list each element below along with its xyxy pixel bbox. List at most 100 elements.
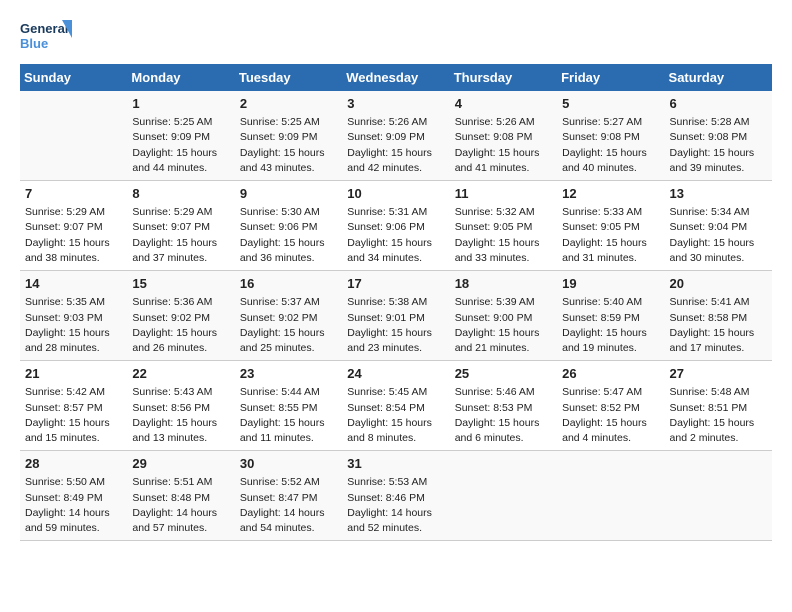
day-cell: 30 Sunrise: 5:52 AM Sunset: 8:47 PM Dayli…: [235, 451, 342, 541]
day-info: Sunrise: 5:29 AM Sunset: 9:07 PM Dayligh…: [132, 205, 229, 266]
svg-text:General: General: [20, 21, 68, 36]
calendar-table: SundayMondayTuesdayWednesdayThursdayFrid…: [20, 64, 772, 541]
day-number: 4: [455, 95, 552, 113]
day-cell: 15Sunrise: 5:36 AM Sunset: 9:02 PM Dayli…: [127, 271, 234, 361]
header-cell-wednesday: Wednesday: [342, 64, 449, 91]
day-number: 19: [562, 275, 659, 293]
day-number: 14: [25, 275, 122, 293]
header-row: SundayMondayTuesdayWednesdayThursdayFrid…: [20, 64, 772, 91]
day-cell: 6 Sunrise: 5:28 AM Sunset: 9:08 PM Daylig…: [665, 91, 772, 181]
day-cell: 17 Sunrise: 5:38 AM Sunset: 9:01 PM Dayli…: [342, 271, 449, 361]
day-cell: 9 Sunrise: 5:30 AM Sunset: 9:06 PM Daylig…: [235, 181, 342, 271]
day-cell: 19 Sunrise: 5:40 AM Sunset: 8:59 PM Dayli…: [557, 271, 664, 361]
day-cell: 31Sunrise: 5:53 AM Sunset: 8:46 PM Dayli…: [342, 451, 449, 541]
day-number: 18: [455, 275, 552, 293]
day-cell: 2 Sunrise: 5:25 AM Sunset: 9:09 PM Daylig…: [235, 91, 342, 181]
day-info: Sunrise: 5:27 AM Sunset: 9:08 PM Dayligh…: [562, 115, 659, 176]
day-number: 26: [562, 365, 659, 383]
day-number: 30: [240, 455, 337, 473]
day-info: Sunrise: 5:43 AM Sunset: 8:56 PM Dayligh…: [132, 385, 229, 446]
day-info: Sunrise: 5:41 AM Sunset: 8:58 PM Dayligh…: [670, 295, 767, 356]
week-row-5: 28 Sunrise: 5:50 AM Sunset: 8:49 PM Dayli…: [20, 451, 772, 541]
day-cell: 22 Sunrise: 5:43 AM Sunset: 8:56 PM Dayli…: [127, 361, 234, 451]
day-info: Sunrise: 5:30 AM Sunset: 9:06 PM Dayligh…: [240, 205, 337, 266]
day-info: Sunrise: 5:25 AM Sunset: 9:09 PM Dayligh…: [240, 115, 337, 176]
day-info: Sunrise: 5:26 AM Sunset: 9:09 PM Dayligh…: [347, 115, 444, 176]
day-number: 2: [240, 95, 337, 113]
day-number: 6: [670, 95, 767, 113]
day-info: Sunrise: 5:34 AM Sunset: 9:04 PM Dayligh…: [670, 205, 767, 266]
day-number: 16: [240, 275, 337, 293]
calendar-body: 1 Sunrise: 5:25 AM Sunset: 9:09 PM Daylig…: [20, 91, 772, 541]
day-info: Sunrise: 5:46 AM Sunset: 8:53 PM Dayligh…: [455, 385, 552, 446]
day-number: 28: [25, 455, 122, 473]
day-cell: 1 Sunrise: 5:25 AM Sunset: 9:09 PM Daylig…: [127, 91, 234, 181]
calendar-header: SundayMondayTuesdayWednesdayThursdayFrid…: [20, 64, 772, 91]
day-cell: 10Sunrise: 5:31 AM Sunset: 9:06 PM Dayli…: [342, 181, 449, 271]
day-cell: 3 Sunrise: 5:26 AM Sunset: 9:09 PM Daylig…: [342, 91, 449, 181]
day-cell: 16Sunrise: 5:37 AM Sunset: 9:02 PM Dayli…: [235, 271, 342, 361]
day-info: Sunrise: 5:28 AM Sunset: 9:08 PM Dayligh…: [670, 115, 767, 176]
day-cell: 25Sunrise: 5:46 AM Sunset: 8:53 PM Dayli…: [450, 361, 557, 451]
day-cell: 21 Sunrise: 5:42 AM Sunset: 8:57 PM Dayli…: [20, 361, 127, 451]
day-cell: 12 Sunrise: 5:33 AM Sunset: 9:05 PM Dayli…: [557, 181, 664, 271]
day-number: 29: [132, 455, 229, 473]
day-cell: 5 Sunrise: 5:27 AM Sunset: 9:08 PM Daylig…: [557, 91, 664, 181]
day-cell: 11 Sunrise: 5:32 AM Sunset: 9:05 PM Dayli…: [450, 181, 557, 271]
day-cell: 8 Sunrise: 5:29 AM Sunset: 9:07 PM Daylig…: [127, 181, 234, 271]
day-info: Sunrise: 5:48 AM Sunset: 8:51 PM Dayligh…: [670, 385, 767, 446]
day-cell: 18 Sunrise: 5:39 AM Sunset: 9:00 PM Dayli…: [450, 271, 557, 361]
header: General Blue: [20, 16, 772, 56]
day-number: 3: [347, 95, 444, 113]
day-number: 5: [562, 95, 659, 113]
header-cell-thursday: Thursday: [450, 64, 557, 91]
day-info: Sunrise: 5:52 AM Sunset: 8:47 PM Dayligh…: [240, 475, 337, 536]
day-number: 10: [347, 185, 444, 203]
day-number: 17: [347, 275, 444, 293]
week-row-4: 21 Sunrise: 5:42 AM Sunset: 8:57 PM Dayli…: [20, 361, 772, 451]
day-number: 15: [132, 275, 229, 293]
day-info: Sunrise: 5:47 AM Sunset: 8:52 PM Dayligh…: [562, 385, 659, 446]
day-cell: 7 Sunrise: 5:29 AM Sunset: 9:07 PM Daylig…: [20, 181, 127, 271]
day-number: 11: [455, 185, 552, 203]
day-cell: 14 Sunrise: 5:35 AM Sunset: 9:03 PM Dayli…: [20, 271, 127, 361]
day-info: Sunrise: 5:39 AM Sunset: 9:00 PM Dayligh…: [455, 295, 552, 356]
header-cell-sunday: Sunday: [20, 64, 127, 91]
week-row-2: 7 Sunrise: 5:29 AM Sunset: 9:07 PM Daylig…: [20, 181, 772, 271]
day-number: 24: [347, 365, 444, 383]
svg-text:Blue: Blue: [20, 36, 48, 51]
day-cell: [557, 451, 664, 541]
day-number: 22: [132, 365, 229, 383]
day-info: Sunrise: 5:29 AM Sunset: 9:07 PM Dayligh…: [25, 205, 122, 266]
day-info: Sunrise: 5:45 AM Sunset: 8:54 PM Dayligh…: [347, 385, 444, 446]
day-cell: 4 Sunrise: 5:26 AM Sunset: 9:08 PM Daylig…: [450, 91, 557, 181]
day-number: 7: [25, 185, 122, 203]
day-cell: 27Sunrise: 5:48 AM Sunset: 8:51 PM Dayli…: [665, 361, 772, 451]
day-info: Sunrise: 5:33 AM Sunset: 9:05 PM Dayligh…: [562, 205, 659, 266]
day-info: Sunrise: 5:38 AM Sunset: 9:01 PM Dayligh…: [347, 295, 444, 356]
day-info: Sunrise: 5:40 AM Sunset: 8:59 PM Dayligh…: [562, 295, 659, 356]
day-number: 12: [562, 185, 659, 203]
logo: General Blue: [20, 16, 72, 56]
day-info: Sunrise: 5:42 AM Sunset: 8:57 PM Dayligh…: [25, 385, 122, 446]
day-number: 13: [670, 185, 767, 203]
day-number: 23: [240, 365, 337, 383]
day-cell: 23 Sunrise: 5:44 AM Sunset: 8:55 PM Dayli…: [235, 361, 342, 451]
day-info: Sunrise: 5:50 AM Sunset: 8:49 PM Dayligh…: [25, 475, 122, 536]
day-number: 1: [132, 95, 229, 113]
day-number: 21: [25, 365, 122, 383]
day-number: 9: [240, 185, 337, 203]
day-info: Sunrise: 5:26 AM Sunset: 9:08 PM Dayligh…: [455, 115, 552, 176]
day-info: Sunrise: 5:53 AM Sunset: 8:46 PM Dayligh…: [347, 475, 444, 536]
day-info: Sunrise: 5:32 AM Sunset: 9:05 PM Dayligh…: [455, 205, 552, 266]
header-cell-saturday: Saturday: [665, 64, 772, 91]
day-number: 8: [132, 185, 229, 203]
day-cell: 13 Sunrise: 5:34 AM Sunset: 9:04 PM Dayli…: [665, 181, 772, 271]
logo-svg: General Blue: [20, 16, 72, 56]
day-cell: 20Sunrise: 5:41 AM Sunset: 8:58 PM Dayli…: [665, 271, 772, 361]
day-info: Sunrise: 5:25 AM Sunset: 9:09 PM Dayligh…: [132, 115, 229, 176]
day-cell: 28 Sunrise: 5:50 AM Sunset: 8:49 PM Dayli…: [20, 451, 127, 541]
day-info: Sunrise: 5:35 AM Sunset: 9:03 PM Dayligh…: [25, 295, 122, 356]
day-cell: 29Sunrise: 5:51 AM Sunset: 8:48 PM Dayli…: [127, 451, 234, 541]
day-info: Sunrise: 5:44 AM Sunset: 8:55 PM Dayligh…: [240, 385, 337, 446]
